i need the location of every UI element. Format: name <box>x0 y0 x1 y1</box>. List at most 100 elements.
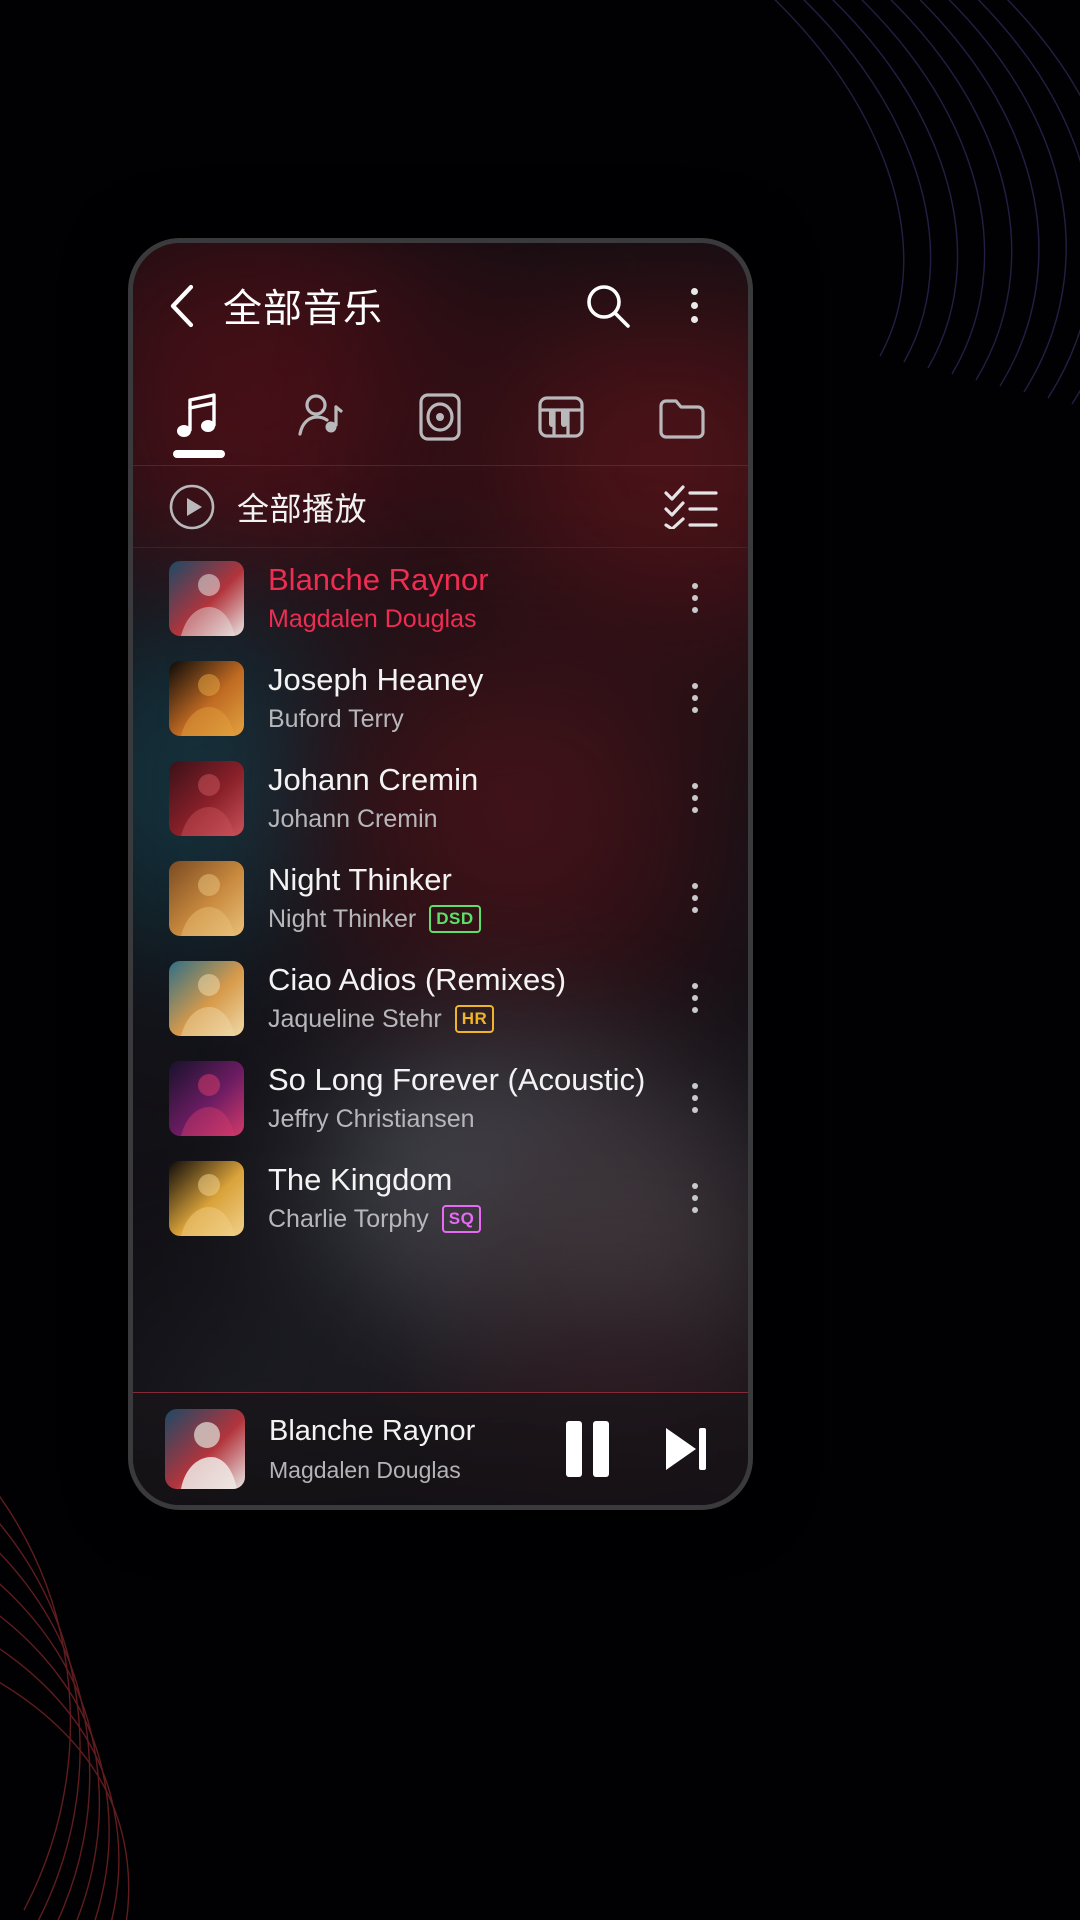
song-meta: Joseph Heaney Buford Terry <box>268 660 668 736</box>
kebab-dot <box>690 302 698 309</box>
kebab-dot <box>692 1195 698 1201</box>
song-meta: Ciao Adios (Remixes) Jaqueline Stehr HR <box>268 960 668 1036</box>
mini-player-artist: Magdalen Douglas <box>269 1457 461 1483</box>
song-overflow-icon[interactable] <box>668 663 722 733</box>
kebab-dot <box>692 583 698 589</box>
album-artwork <box>169 960 244 1036</box>
song-subtitle: Magdalen Douglas <box>268 602 668 636</box>
chevron-left-icon[interactable] <box>163 282 201 330</box>
song-title: Johann Cremin <box>268 762 479 797</box>
tab-genres[interactable] <box>501 368 622 466</box>
song-meta: So Long Forever (Acoustic) Jeffry Christi… <box>268 1060 668 1136</box>
checklist-icon[interactable] <box>664 484 718 529</box>
skip-next-icon[interactable] <box>656 1419 714 1479</box>
song-title: Night Thinker <box>268 862 452 897</box>
song-row[interactable]: Johann Cremin Johann Cremin <box>133 748 748 848</box>
kebab-dot <box>692 895 698 901</box>
tab-bar <box>133 368 748 466</box>
tab-artists[interactable] <box>260 368 381 466</box>
song-title: So Long Forever (Acoustic) <box>268 1062 646 1097</box>
song-overflow-icon[interactable] <box>668 963 722 1033</box>
song-subtitle: Jeffry Christiansen <box>268 1102 668 1136</box>
song-overflow-icon[interactable] <box>668 1063 722 1133</box>
kebab-dot <box>692 807 698 813</box>
play-all-label: 全部播放 <box>237 490 368 527</box>
mini-player-meta: Blanche Raynor Magdalen Douglas <box>269 1411 550 1487</box>
more-vertical-icon[interactable] <box>674 280 714 332</box>
phone-screen: 全部音乐 全部播放 Blanche Raynor Magdalen Dougla… <box>133 243 748 1505</box>
kebab-dot <box>692 795 698 801</box>
song-overflow-icon[interactable] <box>668 763 722 833</box>
song-subtitle: Night Thinker DSD <box>268 902 668 936</box>
kebab-dot <box>690 316 698 323</box>
kebab-dot <box>692 883 698 889</box>
album-artwork <box>169 760 244 836</box>
album-artwork <box>169 660 244 736</box>
song-artist: Jaqueline Stehr <box>268 1005 442 1033</box>
pause-bar <box>565 1421 582 1477</box>
album-artwork <box>169 1060 244 1136</box>
app-bar: 全部音乐 <box>133 243 748 368</box>
kebab-dot <box>692 1207 698 1213</box>
kebab-dot <box>692 1095 698 1101</box>
artist-icon <box>298 393 343 436</box>
kebab-dot <box>692 1107 698 1113</box>
song-artist: Jeffry Christiansen <box>268 1105 475 1133</box>
song-title: Ciao Adios (Remixes) <box>268 962 567 997</box>
tab-albums[interactable] <box>380 368 501 466</box>
song-row[interactable]: Blanche Raynor Magdalen Douglas <box>133 548 748 648</box>
kebab-dot <box>692 607 698 613</box>
mini-player-title: Blanche Raynor <box>269 1415 476 1447</box>
song-row[interactable]: So Long Forever (Acoustic) Jeffry Christi… <box>133 1048 748 1148</box>
kebab-dot <box>692 695 698 701</box>
kebab-dot <box>692 907 698 913</box>
quality-badge-sq: SQ <box>441 1205 482 1233</box>
song-meta: Blanche Raynor Magdalen Douglas <box>268 560 668 636</box>
pause-icon[interactable] <box>560 1419 614 1479</box>
song-row[interactable]: Night Thinker Night Thinker DSD <box>133 848 748 948</box>
tab-songs[interactable] <box>139 368 260 466</box>
song-subtitle: Charlie Torphy SQ <box>268 1202 668 1236</box>
play-circle-icon[interactable] <box>169 484 215 530</box>
song-title: The Kingdom <box>268 1162 453 1197</box>
mini-player-controls <box>560 1419 714 1479</box>
album-disc-icon <box>419 392 462 441</box>
kebab-dot <box>692 995 698 1001</box>
song-title: Joseph Heaney <box>268 662 484 697</box>
kebab-dot <box>692 783 698 789</box>
search-icon[interactable] <box>582 280 634 332</box>
album-artwork <box>169 1160 244 1236</box>
kebab-dot <box>692 983 698 989</box>
kebab-dot <box>692 1007 698 1013</box>
kebab-dot <box>692 1083 698 1089</box>
pause-bar <box>592 1421 609 1477</box>
quality-badge-dsd: DSD <box>429 905 481 933</box>
song-meta: Night Thinker Night Thinker DSD <box>268 860 668 936</box>
play-all-row[interactable]: 全部播放 <box>133 466 748 548</box>
kebab-dot <box>692 595 698 601</box>
kebab-dot <box>692 707 698 713</box>
tab-folders[interactable] <box>621 368 742 466</box>
song-artist: Magdalen Douglas <box>268 605 477 633</box>
album-artwork <box>169 860 244 936</box>
song-row[interactable]: The Kingdom Charlie Torphy SQ <box>133 1148 748 1248</box>
song-subtitle: Johann Cremin <box>268 802 668 836</box>
folder-icon <box>659 398 705 439</box>
album-artwork <box>169 560 244 636</box>
song-meta: The Kingdom Charlie Torphy SQ <box>268 1160 668 1236</box>
song-subtitle: Jaqueline Stehr HR <box>268 1002 668 1036</box>
song-overflow-icon[interactable] <box>668 563 722 633</box>
quality-badge-hr: HR <box>454 1005 495 1033</box>
kebab-dot <box>690 288 698 295</box>
song-title: Blanche Raynor <box>268 562 489 597</box>
song-row[interactable]: Ciao Adios (Remixes) Jaqueline Stehr HR <box>133 948 748 1048</box>
piano-icon <box>538 395 584 438</box>
song-overflow-icon[interactable] <box>668 863 722 933</box>
music-note-icon <box>177 392 216 437</box>
mini-player[interactable]: Blanche Raynor Magdalen Douglas <box>133 1392 748 1505</box>
song-overflow-icon[interactable] <box>668 1163 722 1233</box>
song-list[interactable]: Blanche Raynor Magdalen Douglas Joseph Hea… <box>133 548 748 1248</box>
song-row[interactable]: Joseph Heaney Buford Terry <box>133 648 748 748</box>
kebab-dot <box>692 1183 698 1189</box>
kebab-dot <box>692 683 698 689</box>
